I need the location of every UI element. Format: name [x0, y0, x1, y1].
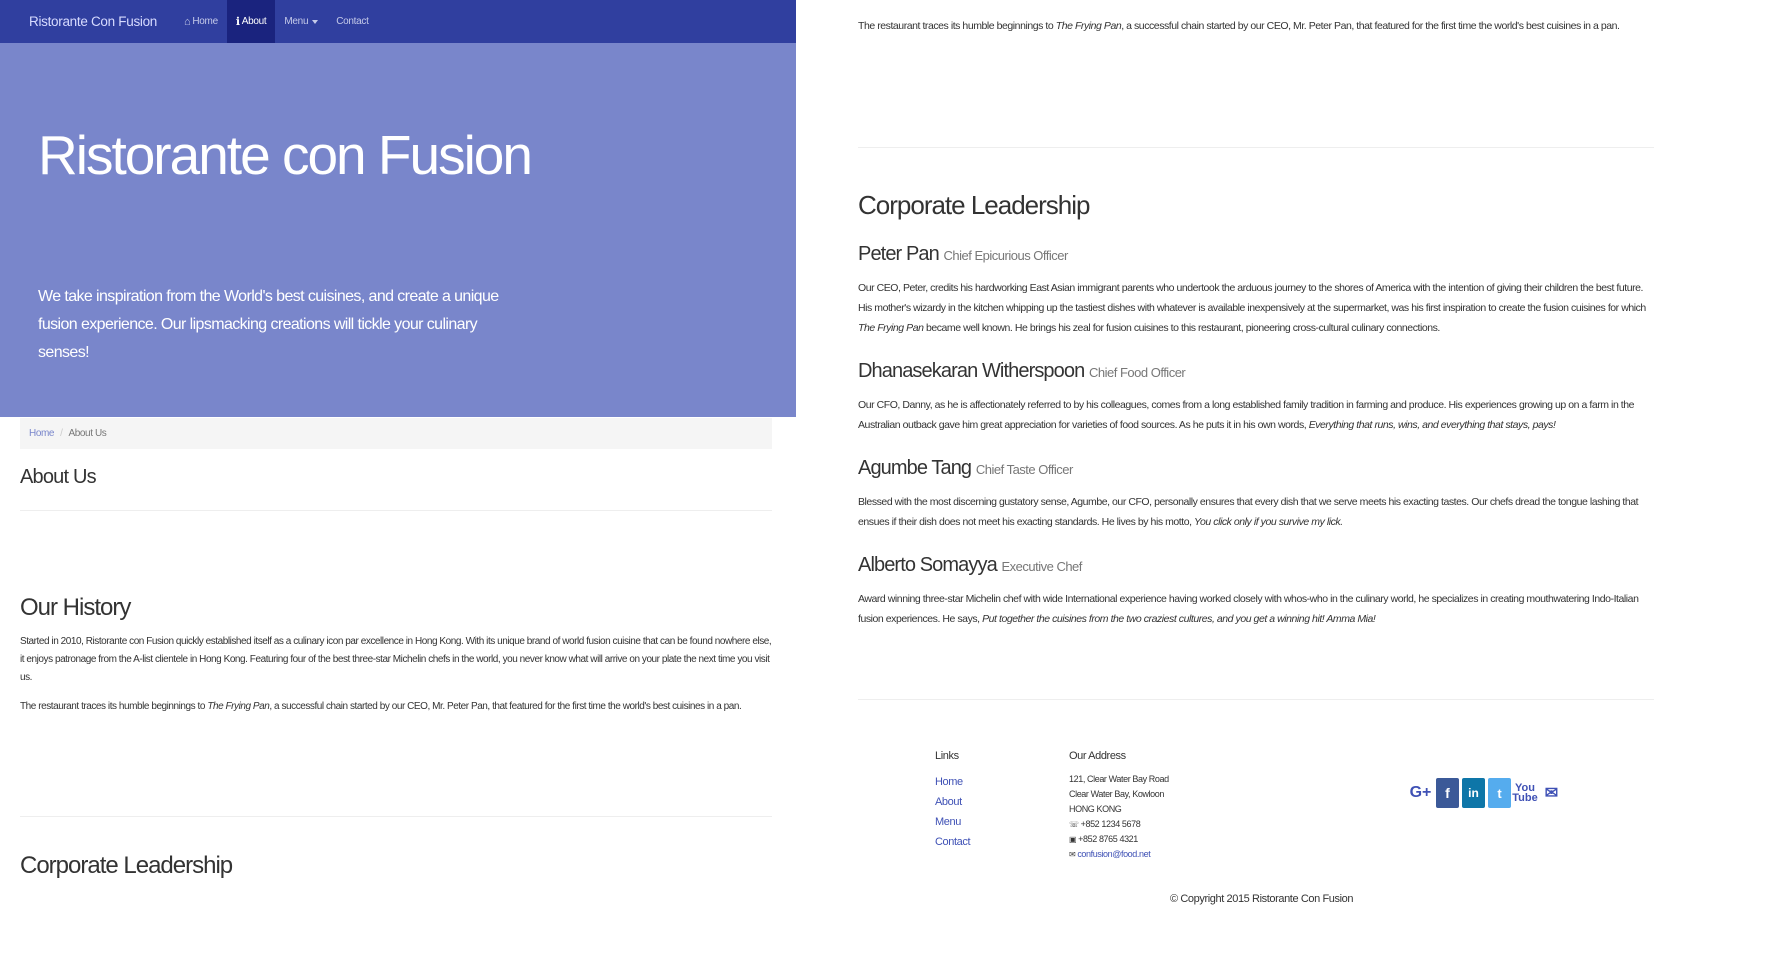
leader-name: Agumbe Tang Chief Taste Officer: [858, 457, 1073, 480]
email-link[interactable]: confusion@food.net: [1077, 849, 1150, 859]
footer-address-heading: Our Address: [1069, 750, 1126, 762]
history-paragraph-2: The restaurant traces its humble beginni…: [20, 698, 780, 716]
twitter-icon[interactable]: t: [1488, 778, 1511, 808]
footer-link-home[interactable]: Home: [935, 772, 970, 792]
left-panel: Ristorante Con Fusion ⌂ Home ℹ About Men…: [0, 0, 796, 965]
leadership-heading: Corporate Leadership: [20, 852, 233, 879]
nav-item-home[interactable]: ⌂ Home: [175, 0, 227, 43]
breadcrumb-separator: /: [60, 428, 63, 439]
envelope-icon: ✉: [1069, 850, 1076, 859]
google-plus-icon[interactable]: G+: [1408, 778, 1433, 808]
leader-bio-emphasis: You click only if you survive my lick.: [1194, 516, 1343, 528]
linkedin-icon[interactable]: in: [1462, 778, 1485, 808]
phone-icon: ☏: [1069, 820, 1079, 829]
address-line: HONG KONG: [1069, 804, 1122, 814]
address-line: 121, Clear Water Bay Road: [1069, 774, 1169, 784]
leader-name-text: Peter Pan: [858, 243, 940, 265]
breadcrumb: Home / About Us: [20, 418, 772, 449]
breadcrumb-home-link[interactable]: Home: [29, 428, 54, 439]
nav-item-about[interactable]: ℹ About: [226, 0, 276, 43]
leader-bio-text-end: became well known. He brings his zeal fo…: [923, 322, 1440, 334]
nav-item-menu[interactable]: Menu: [275, 0, 327, 43]
leader-name: Dhanasekaran Witherspoon Chief Food Offi…: [858, 360, 1186, 383]
leader-name-text: Dhanasekaran Witherspoon: [858, 360, 1085, 382]
history-p2-text: The restaurant traces its humble beginni…: [20, 701, 208, 712]
info-icon: ℹ: [235, 16, 240, 28]
footer-address: 121, Clear Water Bay Road Clear Water Ba…: [1069, 772, 1169, 862]
history-p2-emphasis: The Frying Pan: [207, 701, 270, 712]
nav-item-contact-label: Contact: [336, 16, 369, 27]
breadcrumb-current: About Us: [68, 428, 107, 439]
divider: [858, 147, 1654, 148]
fax-icon: ▣: [1069, 835, 1077, 844]
leader-name-text: Agumbe Tang: [858, 457, 972, 479]
leader-name: Alberto Somayya Executive Chef: [858, 554, 1082, 577]
copyright-text: Copyright 2015 Ristorante Con Fusion: [1180, 893, 1354, 905]
address-fax: ▣ +852 8765 4321: [1069, 832, 1169, 847]
nav-item-contact[interactable]: Contact: [327, 0, 377, 43]
navbar: Ristorante Con Fusion ⌂ Home ℹ About Men…: [0, 0, 796, 44]
history-paragraph-2: The restaurant traces its humble beginni…: [858, 16, 1658, 36]
copyright-icon: ©: [1170, 893, 1178, 905]
history-p2-emphasis: The Frying Pan: [1055, 20, 1122, 32]
leader-bio: Our CEO, Peter, credits his hardworking …: [858, 278, 1648, 338]
leader-bio-emphasis: The Frying Pan: [858, 322, 924, 334]
footer-link-about[interactable]: About: [935, 792, 970, 812]
copyright: © Copyright 2015 Ristorante Con Fusion: [1170, 893, 1353, 905]
leader-title: Chief Food Officer: [1089, 365, 1186, 380]
divider: [20, 510, 772, 511]
right-panel: The restaurant traces its humble beginni…: [858, 0, 1654, 965]
nav-item-about-label: About: [241, 16, 267, 27]
leader-title: Chief Taste Officer: [975, 462, 1073, 477]
social-links: G+ f in t You Tube ✉: [1408, 778, 1564, 808]
fax-number: +852 8765 4321: [1078, 834, 1138, 844]
jumbotron-title: Ristorante con Fusion: [38, 124, 533, 186]
address-line: Clear Water Bay, Kowloon: [1069, 789, 1164, 799]
navbar-brand[interactable]: Ristorante Con Fusion: [0, 14, 175, 29]
address-email: ✉ confusion@food.net: [1069, 847, 1169, 862]
leader-name-text: Alberto Somayya: [858, 554, 998, 576]
divider: [858, 699, 1654, 700]
leader-bio: Blessed with the most discerning gustato…: [858, 492, 1648, 532]
chevron-down-icon: [312, 19, 319, 24]
footer-links-heading: Links: [935, 750, 959, 762]
address-phone: ☏ +852 1234 5678: [1069, 817, 1169, 832]
footer-link-menu[interactable]: Menu: [935, 812, 970, 832]
jumbotron: Ristorante con Fusion We take inspiratio…: [0, 43, 796, 417]
history-p2-text-end: , a successful chain started by our CEO,…: [269, 701, 742, 712]
divider: [20, 816, 772, 817]
youtube-icon[interactable]: You Tube: [1512, 778, 1537, 808]
home-icon: ⌂: [184, 15, 191, 28]
nav-item-home-label: Home: [192, 16, 218, 27]
facebook-icon[interactable]: f: [1436, 778, 1459, 808]
leader-title: Executive Chef: [1001, 559, 1082, 574]
leader-bio-emphasis: Everything that runs, wins, and everythi…: [1308, 419, 1556, 431]
history-p2-text-end: , a successful chain started by our CEO,…: [1121, 20, 1620, 32]
footer-link-contact[interactable]: Contact: [935, 832, 971, 852]
jumbotron-text: We take inspiration from the World's bes…: [38, 288, 499, 361]
footer-links: Home About Menu Contact: [935, 772, 971, 852]
leader-bio: Our CFO, Danny, as he is affectionately …: [858, 395, 1648, 435]
leadership-heading: Corporate Leadership: [858, 190, 1090, 220]
history-paragraph-1: Started in 2010, Ristorante con Fusion q…: [20, 636, 772, 683]
leader-title: Chief Epicurious Officer: [943, 248, 1069, 263]
leader-bio-text: Our CEO, Peter, credits his hardworking …: [858, 282, 1646, 314]
leader-bio: Award winning three-star Michelin chef w…: [858, 589, 1648, 629]
leader-bio-emphasis: Put together the cuisines from the two c…: [982, 613, 1376, 625]
phone-number: +852 1234 5678: [1080, 819, 1141, 829]
history-heading: Our History: [20, 594, 131, 621]
page-title: About Us: [20, 466, 97, 488]
history-p2-text: The restaurant traces its humble beginni…: [858, 20, 1056, 32]
mail-icon[interactable]: ✉: [1539, 778, 1564, 808]
nav-item-menu-label: Menu: [284, 16, 309, 27]
leader-name: Peter Pan Chief Epicurious Officer: [858, 243, 1068, 266]
